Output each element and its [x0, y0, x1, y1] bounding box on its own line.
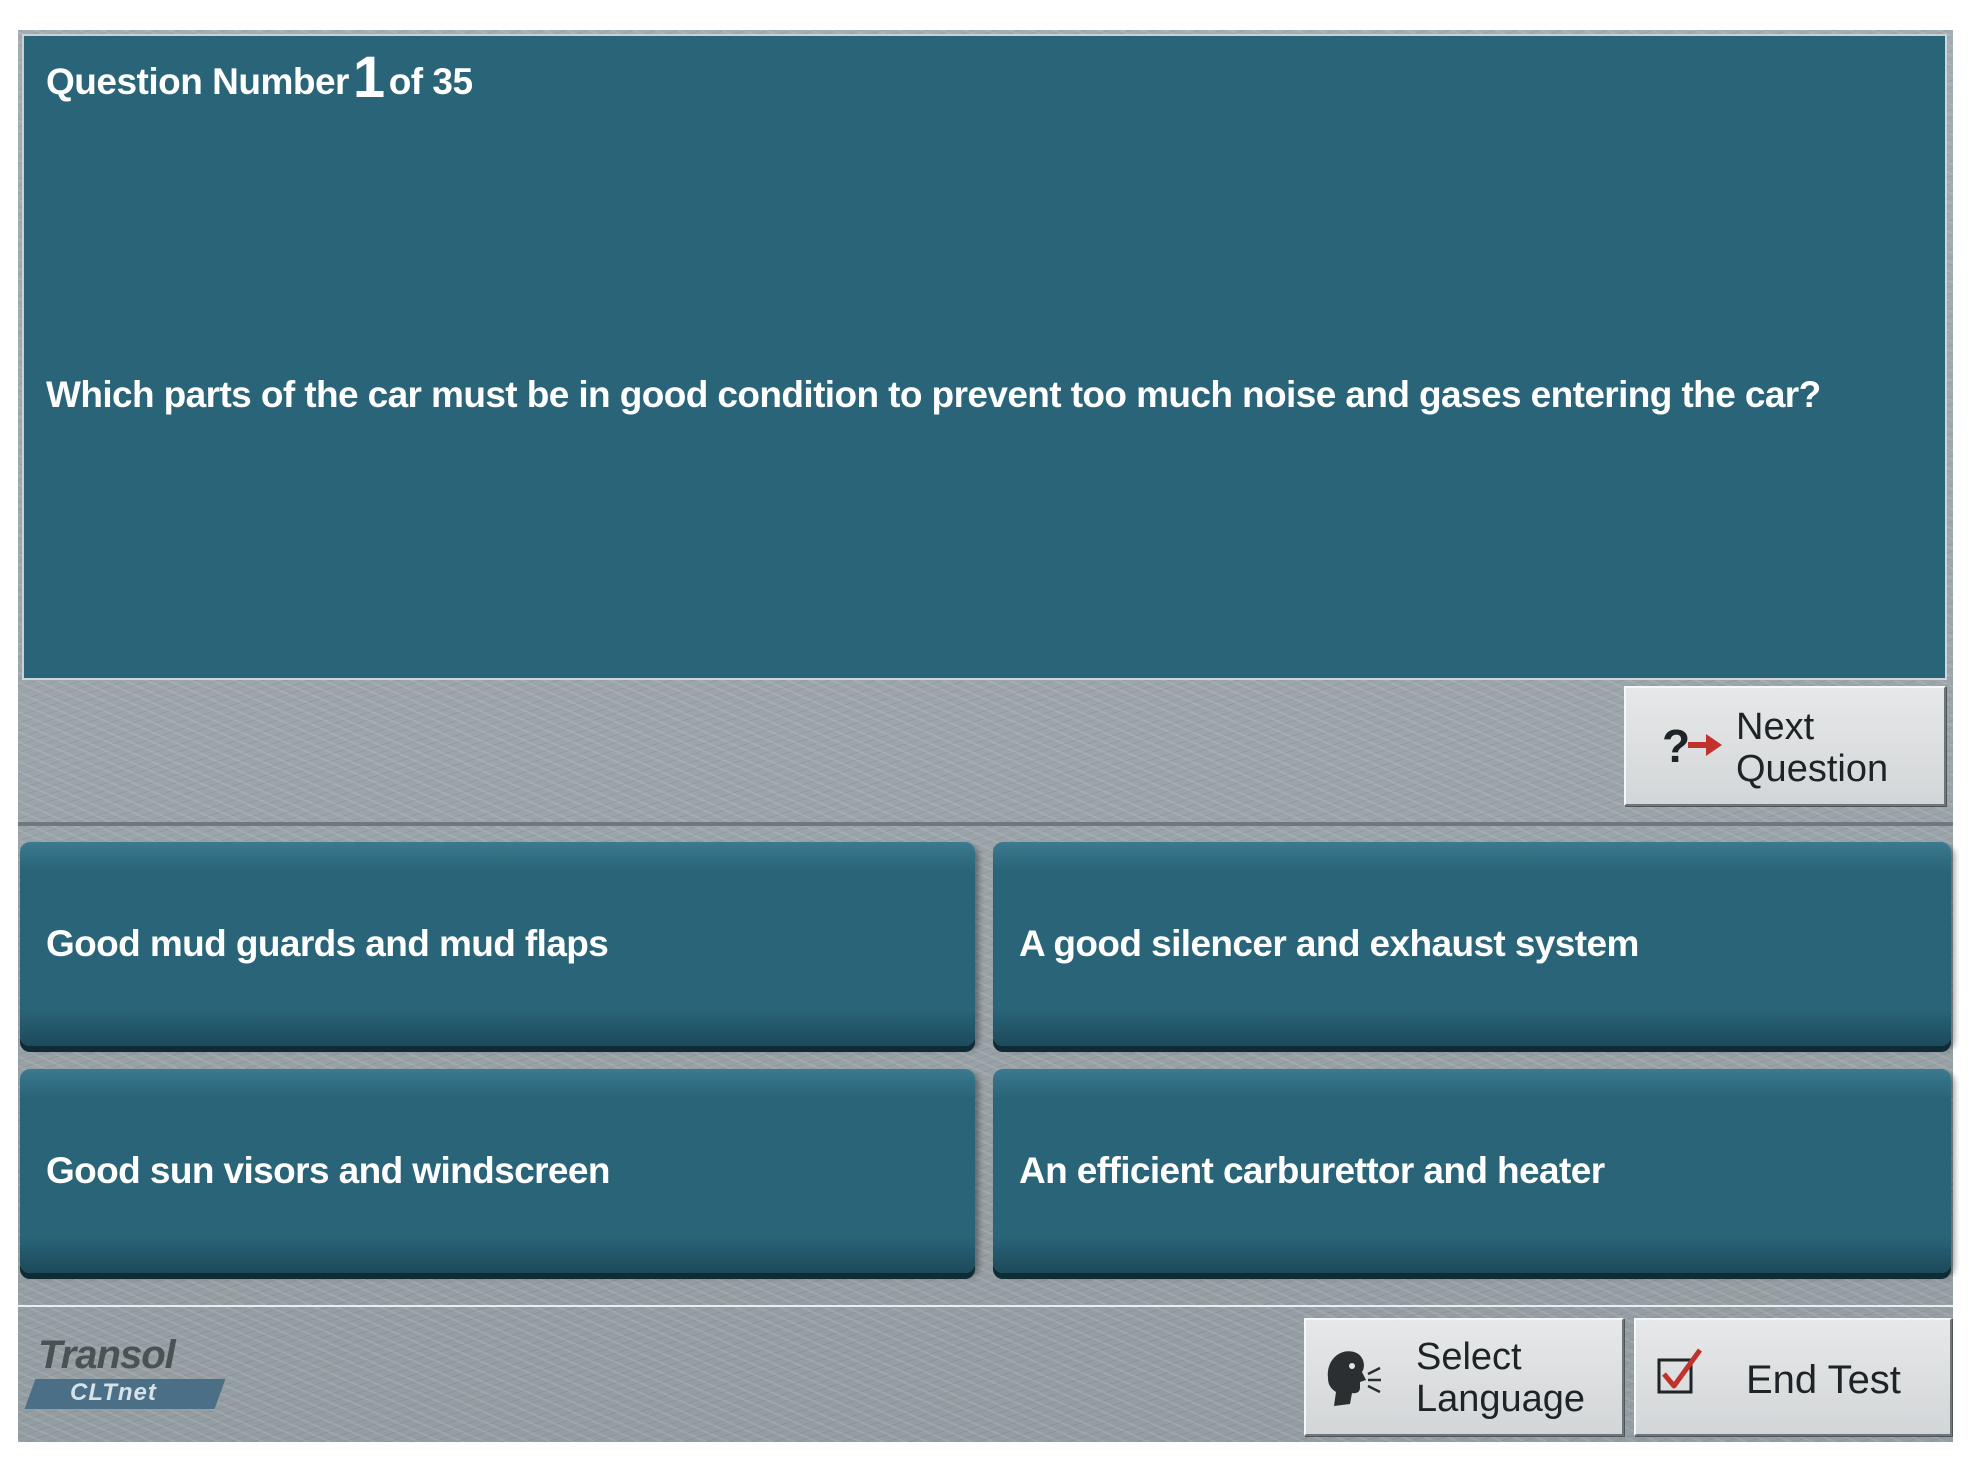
- logo-transol-text: Transol: [38, 1333, 176, 1377]
- answer-option-2-text: A good silencer and exhaust system: [1019, 923, 1639, 964]
- question-number-label: Question Number: [46, 61, 349, 102]
- answer-option-3-text: Good sun visors and windscreen: [46, 1150, 610, 1191]
- svg-text:?: ?: [1662, 720, 1690, 772]
- answer-option-3[interactable]: Good sun visors and windscreen: [20, 1069, 975, 1273]
- question-arrow-icon: ?: [1662, 720, 1722, 772]
- footer-divider: [18, 1305, 1953, 1307]
- next-question-label: Next Question: [1736, 706, 1888, 790]
- answer-option-1-text: Good mud guards and mud flaps: [46, 923, 609, 964]
- question-total: of 35: [388, 61, 473, 102]
- checkbox-checked-icon: [1657, 1348, 1703, 1394]
- transol-cltnet-logo: Transol CLTnet: [24, 1333, 230, 1413]
- question-current-number: 1: [352, 45, 385, 110]
- next-question-button[interactable]: ? Next Question: [1624, 686, 1946, 806]
- end-test-label: End Test: [1746, 1358, 1901, 1402]
- answer-option-4[interactable]: An efficient carburettor and heater: [993, 1069, 1951, 1273]
- question-panel: Question Number1 of 35 Which parts of the…: [22, 34, 1947, 680]
- select-language-line1: Select: [1416, 1336, 1522, 1378]
- select-language-label: Select Language: [1416, 1336, 1585, 1420]
- end-test-button[interactable]: End Test: [1634, 1318, 1952, 1436]
- speaking-head-icon: [1327, 1351, 1381, 1406]
- divider: [18, 822, 1953, 826]
- question-text: Which parts of the car must be in good c…: [46, 374, 1821, 415]
- logo-cltnet-text: CLTnet: [70, 1379, 157, 1406]
- next-label-line1: Next: [1736, 706, 1815, 748]
- answer-option-2[interactable]: A good silencer and exhaust system: [993, 842, 1951, 1046]
- answer-option-4-text: An efficient carburettor and heater: [1019, 1150, 1605, 1191]
- select-language-button[interactable]: Select Language: [1304, 1318, 1624, 1436]
- answer-option-1[interactable]: Good mud guards and mud flaps: [20, 842, 975, 1046]
- select-language-line2: Language: [1416, 1378, 1586, 1420]
- next-label-line2: Question: [1736, 748, 1889, 790]
- question-number: Question Number1 of 35: [46, 44, 473, 111]
- test-window: Question Number1 of 35 Which parts of the…: [18, 30, 1953, 1442]
